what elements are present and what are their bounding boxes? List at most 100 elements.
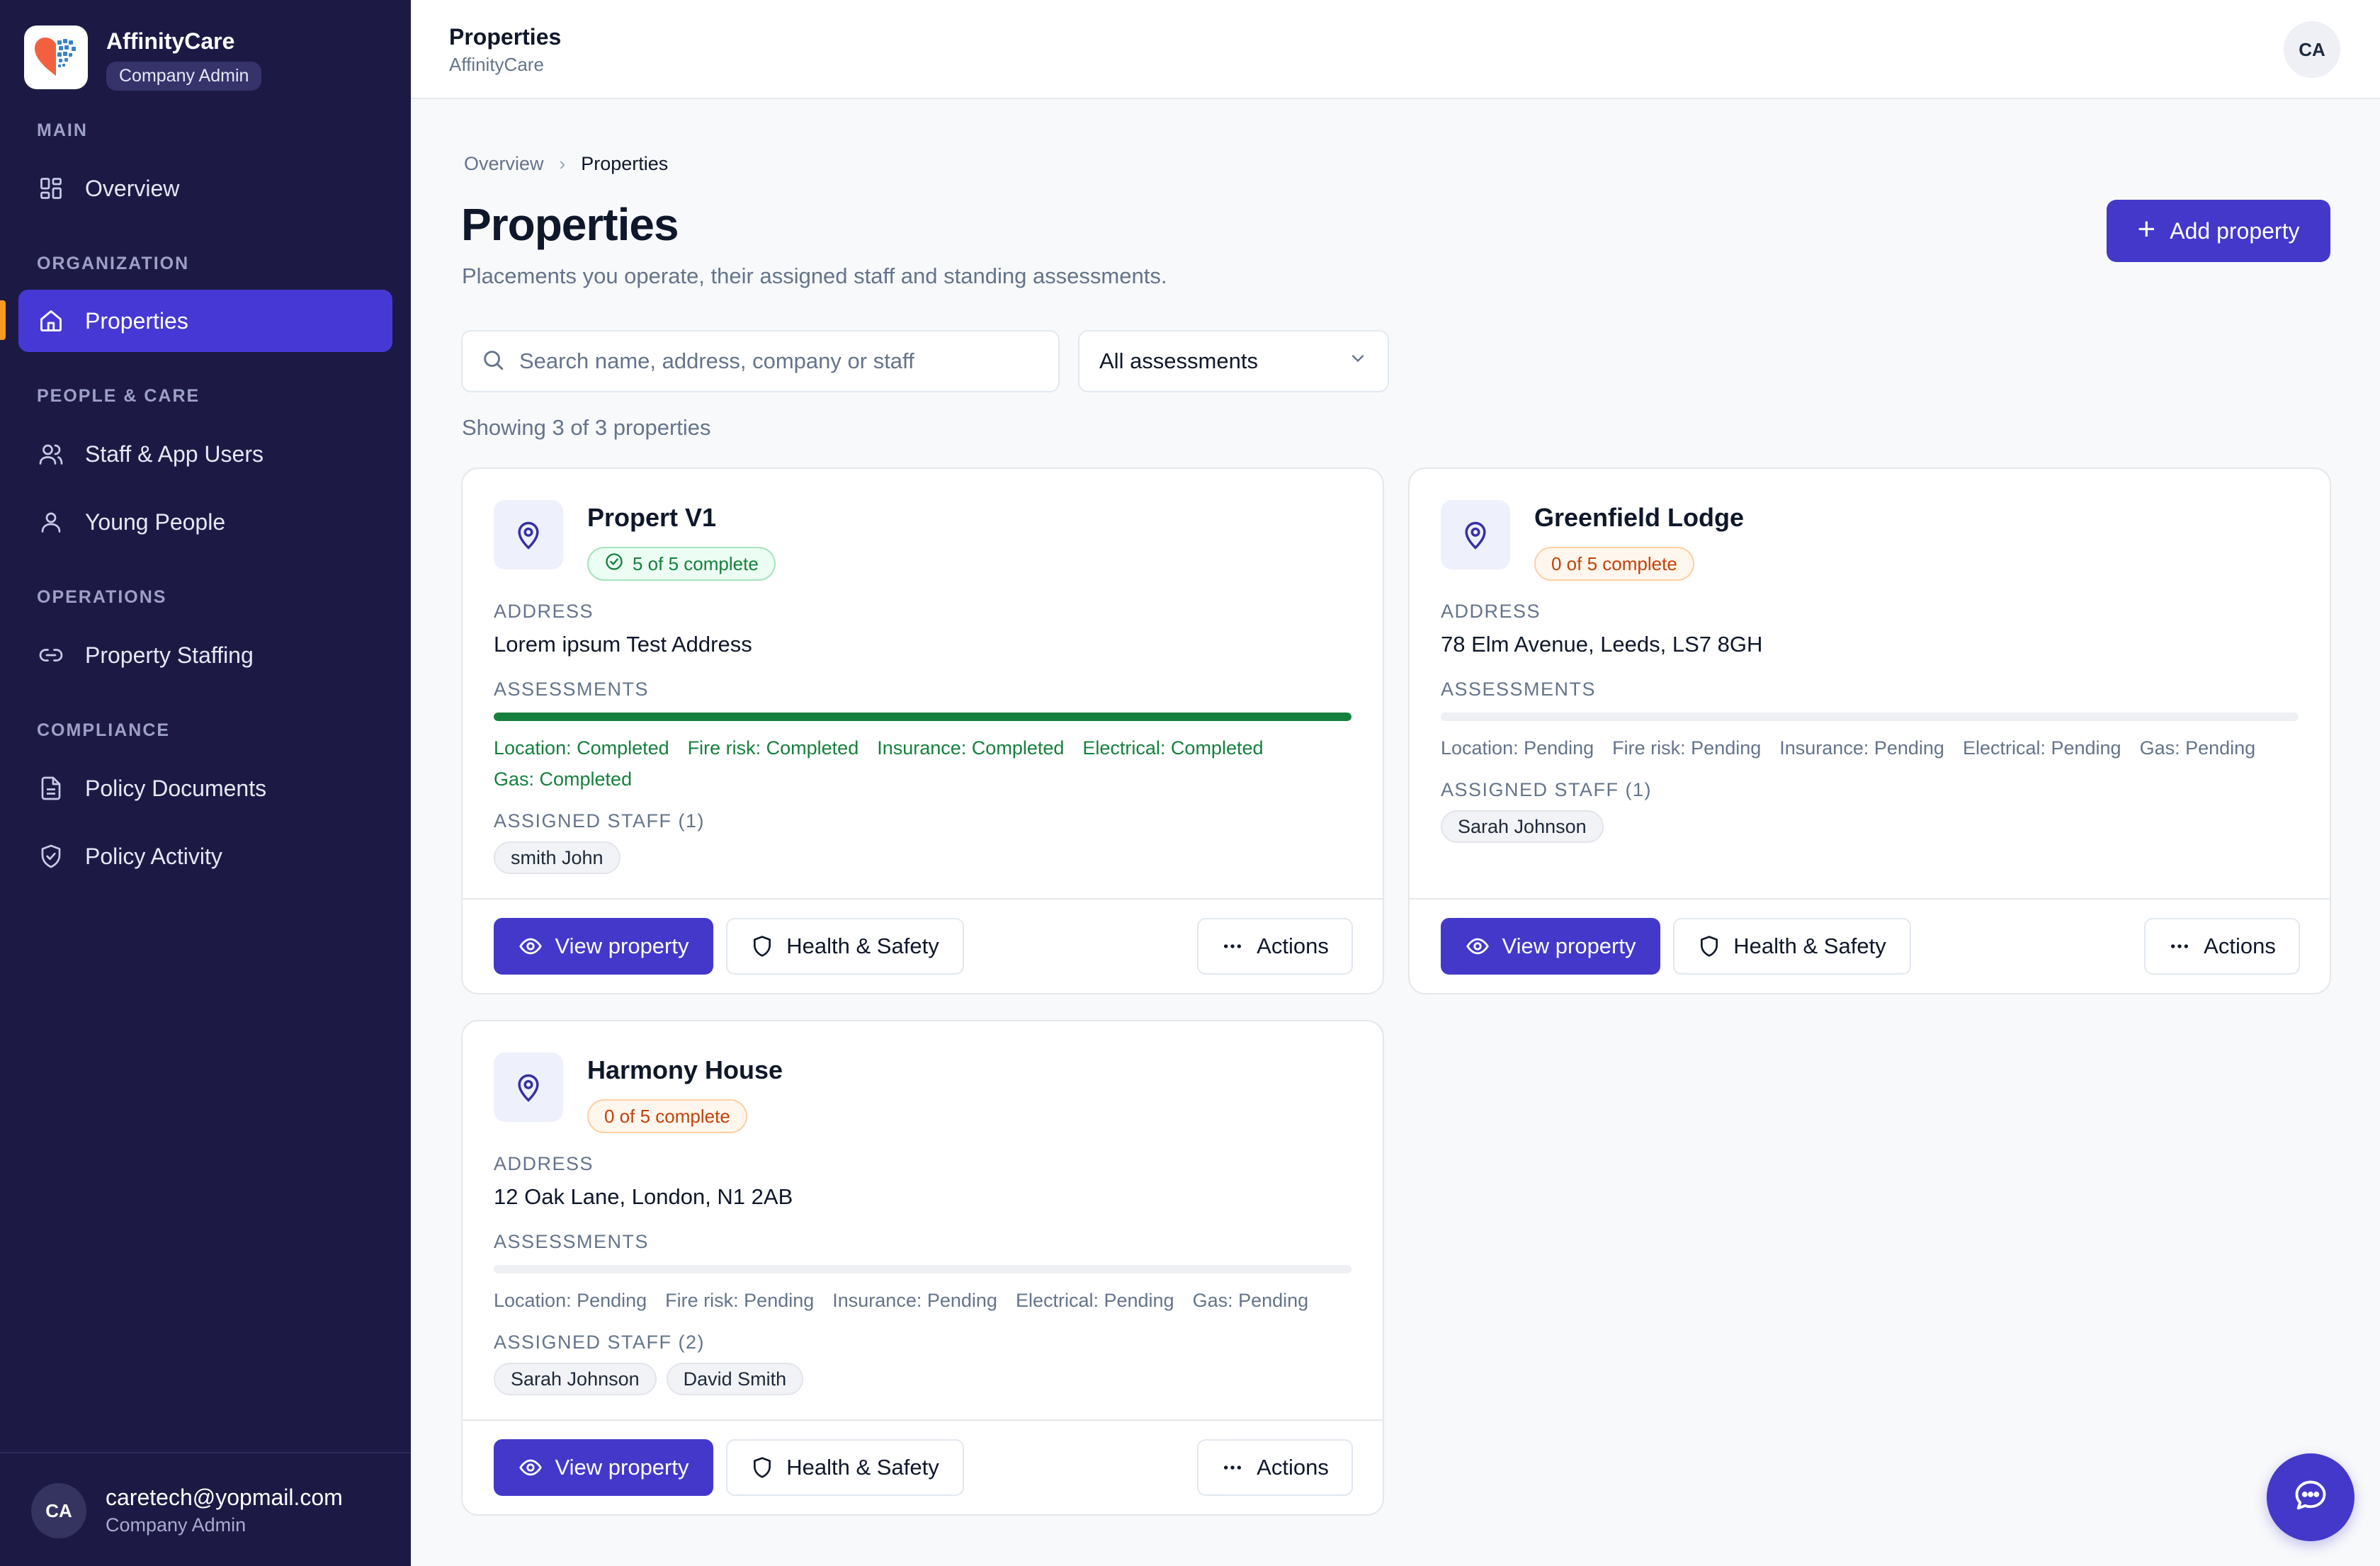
home-icon — [37, 307, 65, 335]
shield-check-icon — [37, 842, 65, 870]
sidebar-item-label: Young People — [85, 509, 226, 535]
nav-section-people-care: PEOPLE & CARE — [37, 386, 200, 406]
address-label: ADDRESS — [494, 601, 594, 622]
map-pin-icon — [494, 500, 563, 569]
health-safety-button[interactable]: Health & Safety — [1673, 918, 1911, 975]
view-property-button[interactable]: View property — [494, 918, 713, 975]
search-box[interactable] — [461, 330, 1060, 392]
assessment-item: Gas: Pending — [1192, 1290, 1309, 1311]
view-property-label: View property — [1502, 934, 1636, 958]
sidebar-item-label: Policy Activity — [85, 843, 222, 869]
staff-chips: Sarah Johnson David Smith — [494, 1363, 804, 1395]
assessments-label: ASSESSMENTS — [494, 1231, 650, 1252]
assessment-item: Fire risk: Pending — [1612, 737, 1762, 759]
property-name: Propert V1 — [587, 503, 717, 532]
assessment-item: Electrical: Pending — [1962, 737, 2121, 759]
staff-chip: David Smith — [666, 1363, 804, 1395]
staff-chips: Sarah Johnson — [1441, 810, 1604, 843]
plus-icon: + — [2137, 212, 2156, 246]
property-address: Lorem ipsum Test Address — [494, 632, 752, 657]
assessment-list: Location: Completed Fire risk: Completed… — [494, 732, 1352, 795]
health-safety-label: Health & Safety — [786, 934, 939, 958]
active-indicator — [0, 300, 6, 340]
sidebar-item-policy-activity[interactable]: Policy Activity — [18, 825, 392, 887]
assessments-label: ASSESSMENTS — [1441, 679, 1597, 700]
sidebar-item-properties[interactable]: Properties — [18, 290, 392, 352]
shield-icon — [1698, 935, 1721, 958]
sidebar-item-label: Properties — [85, 307, 188, 334]
assessment-item: Insurance: Pending — [832, 1290, 997, 1311]
brand[interactable]: AffinityCare Company Admin — [24, 25, 262, 91]
assessment-item: Electrical: Completed — [1082, 737, 1264, 759]
assessment-filter-value: All assessments — [1099, 348, 1258, 373]
assessment-item: Insurance: Completed — [877, 737, 1065, 759]
nav-section-operations: OPERATIONS — [37, 587, 167, 607]
document-icon — [37, 774, 65, 802]
assessment-list: Location: Pending Fire risk: Pending Ins… — [494, 1285, 1365, 1316]
actions-button[interactable]: Actions — [2144, 918, 2300, 975]
add-property-button[interactable]: + Add property — [2107, 200, 2330, 262]
more-horizontal-icon — [1221, 1456, 1244, 1479]
topbar: Properties AffinityCare CA — [411, 0, 2380, 99]
property-name: Harmony House — [587, 1055, 783, 1084]
sidebar-item-staff-app-users[interactable]: Staff & App Users — [18, 423, 392, 485]
shield-icon — [751, 1456, 774, 1479]
sidebar-item-overview[interactable]: Overview — [18, 157, 392, 220]
status-text: 5 of 5 complete — [633, 552, 759, 574]
assessments-label: ASSESSMENTS — [494, 679, 650, 700]
breadcrumb: Overview › Properties — [464, 153, 668, 175]
check-circle-icon — [604, 552, 624, 577]
chat-bubble-icon — [2292, 1477, 2329, 1518]
sidebar-item-property-staffing[interactable]: Property Staffing — [18, 624, 392, 686]
user-icon — [37, 508, 65, 536]
property-address: 78 Elm Avenue, Leeds, LS7 8GH — [1441, 632, 1763, 657]
more-horizontal-icon — [1221, 935, 1244, 958]
topbar-title: Properties — [449, 24, 562, 50]
staff-chip: Sarah Johnson — [1441, 810, 1604, 843]
sidebar-item-young-people[interactable]: Young People — [18, 491, 392, 553]
actions-button[interactable]: Actions — [1197, 918, 1353, 975]
chevron-down-icon — [1348, 348, 1368, 374]
user-role: Company Admin — [106, 1514, 246, 1536]
assessment-item: Fire risk: Pending — [665, 1290, 815, 1311]
status-badge: 5 of 5 complete — [587, 547, 776, 581]
property-card: Harmony House 0 of 5 complete ADDRESS 12… — [461, 1020, 1384, 1516]
card-actions: View property Health & Safety Actions — [1410, 898, 2330, 993]
health-safety-label: Health & Safety — [786, 1455, 939, 1480]
eye-icon — [518, 1456, 543, 1480]
actions-label: Actions — [2204, 934, 2276, 958]
assessment-item: Gas: Pending — [2139, 737, 2256, 759]
assessment-item: Location: Pending — [494, 1290, 647, 1311]
eye-icon — [1466, 934, 1490, 958]
assessment-filter-select[interactable]: All assessments — [1078, 330, 1389, 392]
nav-section-compliance: COMPLIANCE — [37, 720, 171, 740]
sidebar-item-policy-documents[interactable]: Policy Documents — [18, 757, 392, 819]
assessment-item: Location: Pending — [1441, 737, 1594, 759]
search-input[interactable] — [519, 348, 1043, 374]
sidebar-item-label: Policy Documents — [85, 775, 267, 801]
users-icon — [37, 440, 65, 468]
more-horizontal-icon — [2168, 935, 2191, 958]
health-safety-label: Health & Safety — [1733, 934, 1886, 958]
assigned-staff-label: ASSIGNED STAFF (1) — [1441, 779, 1653, 800]
user-avatar-button[interactable]: CA — [2284, 21, 2340, 78]
assessment-item: Electrical: Pending — [1015, 1290, 1174, 1311]
shield-icon — [751, 935, 774, 958]
user-email: caretech@yopmail.com — [106, 1485, 343, 1510]
sidebar-item-label: Staff & App Users — [85, 441, 264, 467]
eye-icon — [518, 934, 543, 958]
user-profile[interactable]: CA caretech@yopmail.com Company Admin — [0, 1452, 411, 1566]
brand-logo-icon — [24, 25, 88, 89]
map-pin-icon — [494, 1052, 563, 1122]
status-badge: 0 of 5 complete — [587, 1099, 747, 1133]
health-safety-button[interactable]: Health & Safety — [726, 1439, 964, 1496]
actions-button[interactable]: Actions — [1197, 1439, 1353, 1496]
chat-button[interactable] — [2267, 1453, 2354, 1541]
view-property-label: View property — [555, 1455, 689, 1480]
health-safety-button[interactable]: Health & Safety — [726, 918, 964, 975]
breadcrumb-overview-link[interactable]: Overview — [464, 153, 544, 175]
view-property-button[interactable]: View property — [1441, 918, 1660, 975]
staff-chips: smith John — [494, 841, 620, 874]
staff-chip: smith John — [494, 841, 620, 874]
view-property-button[interactable]: View property — [494, 1439, 713, 1496]
